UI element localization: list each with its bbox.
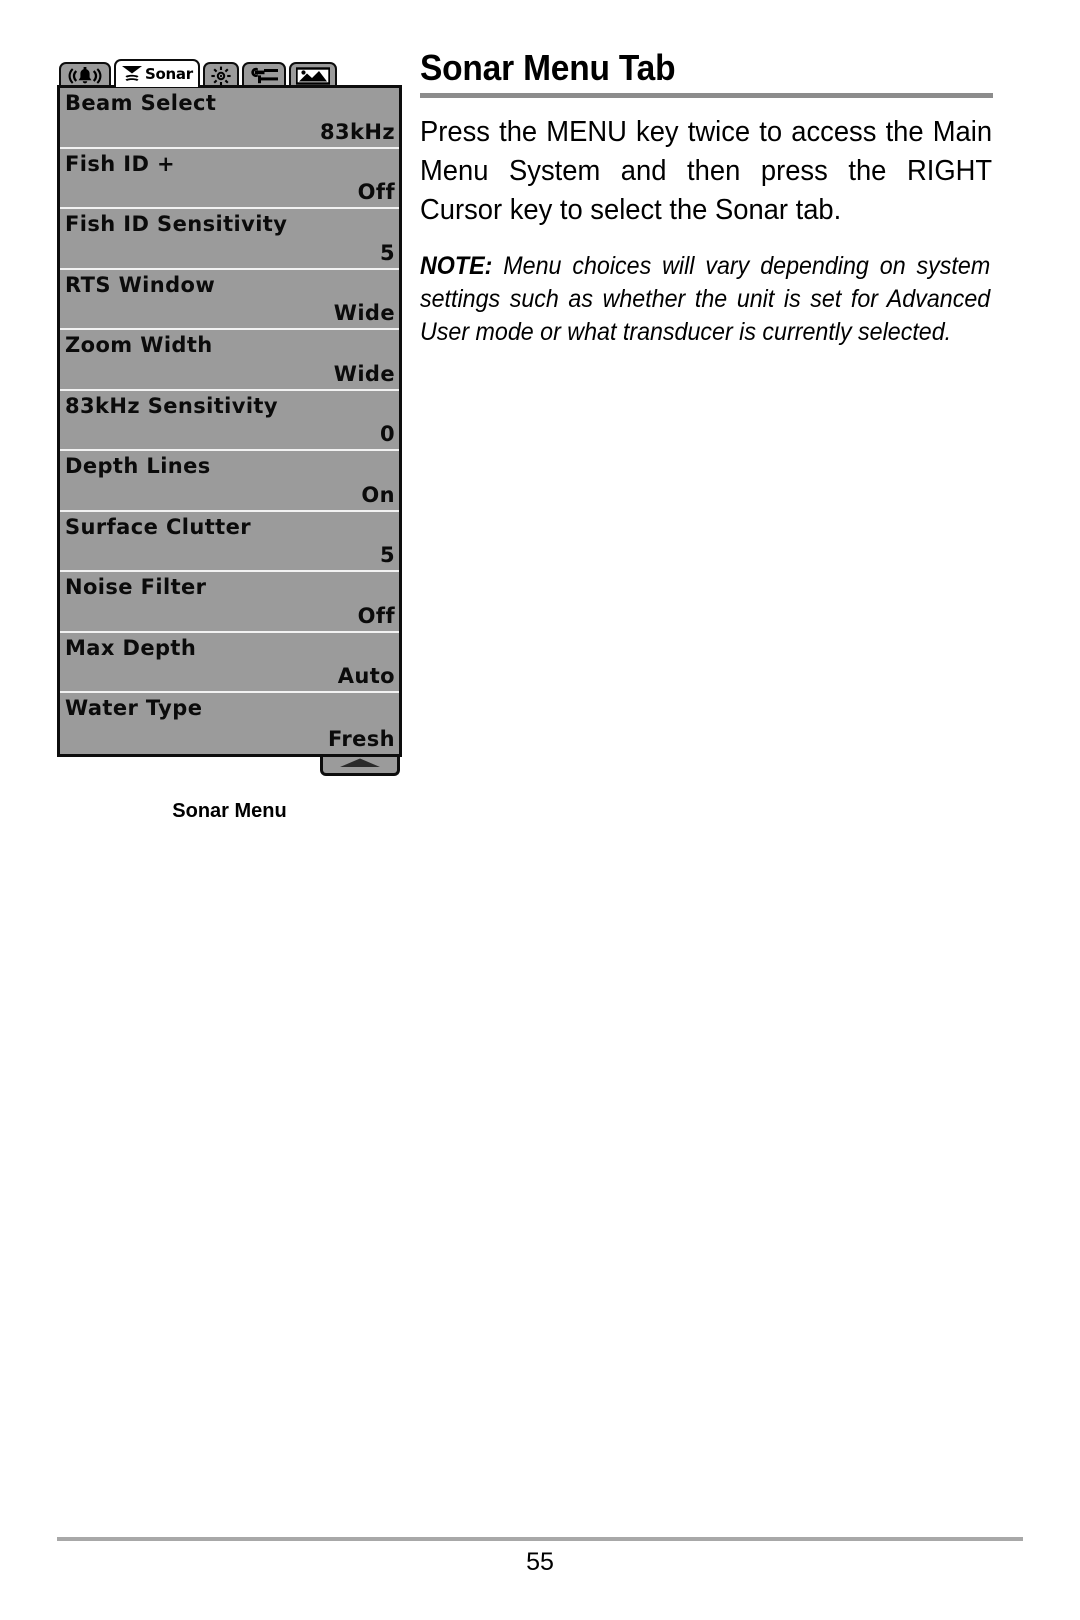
sonar-menu-list[interactable]: Beam Select 83kHz Fish ID + Off Fish ID …	[57, 85, 402, 757]
menu-row[interactable]: Water Type Fresh	[60, 693, 399, 754]
menu-item-label: Fish ID +	[65, 151, 176, 176]
menu-row[interactable]: Fish ID + Off	[60, 148, 399, 209]
menu-row[interactable]: Beam Select 83kHz	[60, 88, 399, 149]
menu-row[interactable]: RTS Window Wide	[60, 269, 399, 330]
menu-item-value: 5	[379, 543, 395, 567]
menu-scrollbar[interactable]	[57, 755, 402, 778]
menu-row[interactable]: Fish ID Sensitivity 5	[60, 209, 399, 270]
footer-divider	[57, 1537, 1023, 1541]
menu-item-label: Beam Select	[65, 91, 217, 115]
scroll-up-arrow-icon	[338, 755, 382, 773]
menu-row[interactable]: Noise Filter Off	[60, 572, 399, 633]
page-title: Sonar Menu Tab	[420, 47, 676, 88]
tab-sonar[interactable]: Sonar	[114, 59, 200, 87]
title-divider	[420, 93, 993, 98]
figure-caption: Sonar Menu	[172, 800, 287, 822]
note-paragraph: NOTE: Menu choices will vary depending o…	[420, 250, 990, 349]
menu-item-value: Wide	[333, 301, 395, 325]
menu-row[interactable]: 83kHz Sensitivity 0	[60, 390, 399, 451]
tab-setup-brightness[interactable]	[202, 62, 239, 87]
scroll-up-button[interactable]	[320, 755, 400, 776]
menu-item-value: On	[361, 482, 395, 507]
menu-tab-strip: Sonar	[57, 57, 402, 87]
menu-item-label: Noise Filter	[65, 575, 207, 599]
menu-item-value: Fresh	[327, 726, 395, 751]
tab-alarms[interactable]	[59, 62, 111, 87]
menu-item-label: 83kHz Sensitivity	[65, 393, 278, 418]
menu-row[interactable]: Surface Clutter 5	[60, 511, 399, 572]
menu-item-value: 0	[379, 422, 395, 446]
menu-item-value: 5	[379, 240, 395, 265]
menu-item-label: Max Depth	[65, 635, 197, 660]
menu-item-value: Off	[357, 603, 395, 628]
menu-row[interactable]: Max Depth Auto	[60, 632, 399, 693]
wrench-setup-icon	[249, 66, 279, 85]
menu-row[interactable]: Depth Lines On	[60, 451, 399, 512]
instruction-paragraph: Press the MENU key twice to access the M…	[420, 116, 993, 226]
page-number: 55	[526, 1548, 554, 1576]
views-screen-icon	[295, 66, 330, 85]
note-text: Menu choices will vary depending on syst…	[420, 252, 991, 346]
menu-item-label: Zoom Width	[65, 333, 213, 357]
menu-item-value: Wide	[333, 361, 395, 386]
menu-item-value: Off	[357, 180, 395, 204]
document-page: Sonar Beam Select 83kHz Fish ID + Off Fi…	[0, 0, 1080, 1620]
menu-item-value: Auto	[337, 664, 395, 688]
menu-item-label: Depth Lines	[65, 454, 211, 478]
menu-item-label: Surface Clutter	[65, 514, 251, 539]
menu-row[interactable]: Zoom Width Wide	[60, 330, 399, 391]
menu-item-label: Water Type	[65, 696, 203, 720]
menu-item-label: Fish ID Sensitivity	[65, 212, 288, 236]
sonar-menu-screenshot: Sonar Beam Select 83kHz Fish ID + Off Fi…	[57, 57, 402, 778]
page-content: Sonar Menu Tab Press the MENU key twice …	[420, 48, 993, 349]
sonar-beam-icon	[121, 65, 143, 83]
menu-item-value: 83kHz	[320, 119, 395, 144]
tab-views[interactable]	[288, 62, 337, 87]
tab-sonar-label: Sonar	[145, 64, 193, 83]
menu-item-label: RTS Window	[65, 272, 216, 297]
tab-setup[interactable]	[241, 62, 286, 87]
sun-brightness-icon	[210, 66, 232, 86]
alarm-bell-icon	[66, 66, 104, 85]
note-label: NOTE:	[420, 252, 493, 280]
